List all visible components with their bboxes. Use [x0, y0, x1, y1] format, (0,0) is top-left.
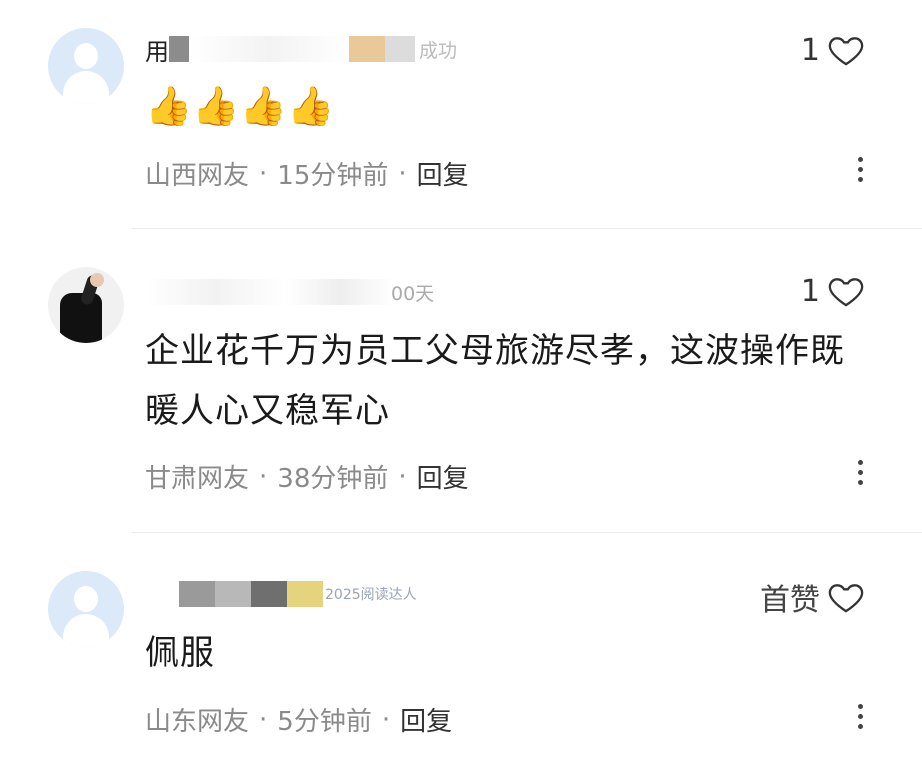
timestamp: 5分钟前 [277, 707, 372, 737]
avatar[interactable] [48, 571, 124, 647]
location-label: 山西网友 [145, 161, 250, 191]
username-row[interactable]: 用 成功 [145, 32, 457, 66]
like-button[interactable]: 首赞 [760, 575, 866, 619]
user-badge: 00天 [391, 282, 435, 305]
separator: · [259, 461, 268, 492]
avatar-head-shape [74, 43, 98, 69]
like-button[interactable]: 1 [801, 30, 866, 70]
heart-outline-icon [828, 584, 864, 613]
comment-meta: 甘肃网友 · 38分钟前 · 回复 [145, 458, 469, 495]
location-label: 山东网友 [145, 707, 250, 737]
avatar[interactable] [48, 28, 124, 104]
like-count: 1 [800, 273, 820, 309]
reply-button[interactable]: 回复 [417, 458, 469, 495]
comment-item: 用 成功 1 👍👍👍👍 山西网友 · 15分钟前 · 回复 [0, 0, 922, 228]
comment-item: 2025阅读达人 首赞 佩服 山东网友 · 5分钟前 · 回复 [0, 533, 922, 775]
avatar-body-shape [63, 614, 109, 647]
blurred-username [189, 36, 349, 62]
blurred-username [169, 36, 189, 62]
blurred-username [215, 581, 251, 607]
blurred-badge [285, 279, 395, 305]
comment-content: 企业花千万为员工父母旅游尽孝，这波操作既暖人心又稳军心 [145, 331, 845, 431]
timestamp: 15分钟前 [277, 161, 389, 191]
blurred-badge [287, 581, 323, 607]
separator: · [398, 461, 407, 492]
like-count: 首赞 [760, 583, 820, 618]
blurred-username [145, 279, 285, 305]
reply-button[interactable]: 回复 [400, 701, 452, 738]
reply-button[interactable]: 回复 [417, 155, 469, 192]
blurred-username [251, 581, 287, 607]
comment-content: 👍👍👍👍 [145, 84, 335, 128]
user-badge: 成功 [419, 39, 458, 62]
heart-outline-icon [828, 278, 864, 307]
separator: · [398, 158, 407, 189]
avatar-photo-hand [90, 273, 104, 287]
heart-outline-icon [828, 37, 864, 66]
comment-meta: 山东网友 · 5分钟前 · 回复 [145, 701, 452, 738]
separator: · [381, 704, 391, 735]
more-vertical-icon[interactable] [858, 704, 864, 729]
separator: · [259, 158, 268, 189]
username-row[interactable]: 2025阅读达人 [145, 577, 417, 611]
comment-content: 佩服 [145, 633, 215, 673]
blurred-badge [349, 36, 385, 62]
user-badge: 2025阅读达人 [325, 587, 417, 603]
avatar[interactable] [48, 267, 124, 343]
blurred-badge [385, 36, 415, 62]
comment-item: 00天 1 企业花千万为员工父母旅游尽孝，这波操作既暖人心又稳军心 甘肃网友 ·… [0, 229, 922, 531]
username-row[interactable]: 00天 [145, 275, 434, 309]
like-count: 1 [800, 32, 820, 68]
avatar-body-shape [63, 71, 109, 104]
like-button[interactable]: 1 [801, 271, 866, 311]
avatar-head-shape [74, 586, 98, 612]
timestamp: 38分钟前 [277, 464, 389, 494]
more-vertical-icon[interactable] [858, 157, 864, 182]
blurred-username [179, 581, 215, 607]
location-label: 甘肃网友 [145, 464, 250, 494]
comment-meta: 山西网友 · 15分钟前 · 回复 [145, 155, 469, 192]
more-vertical-icon[interactable] [858, 460, 864, 485]
separator: · [259, 704, 268, 735]
username: 用 [145, 37, 169, 66]
